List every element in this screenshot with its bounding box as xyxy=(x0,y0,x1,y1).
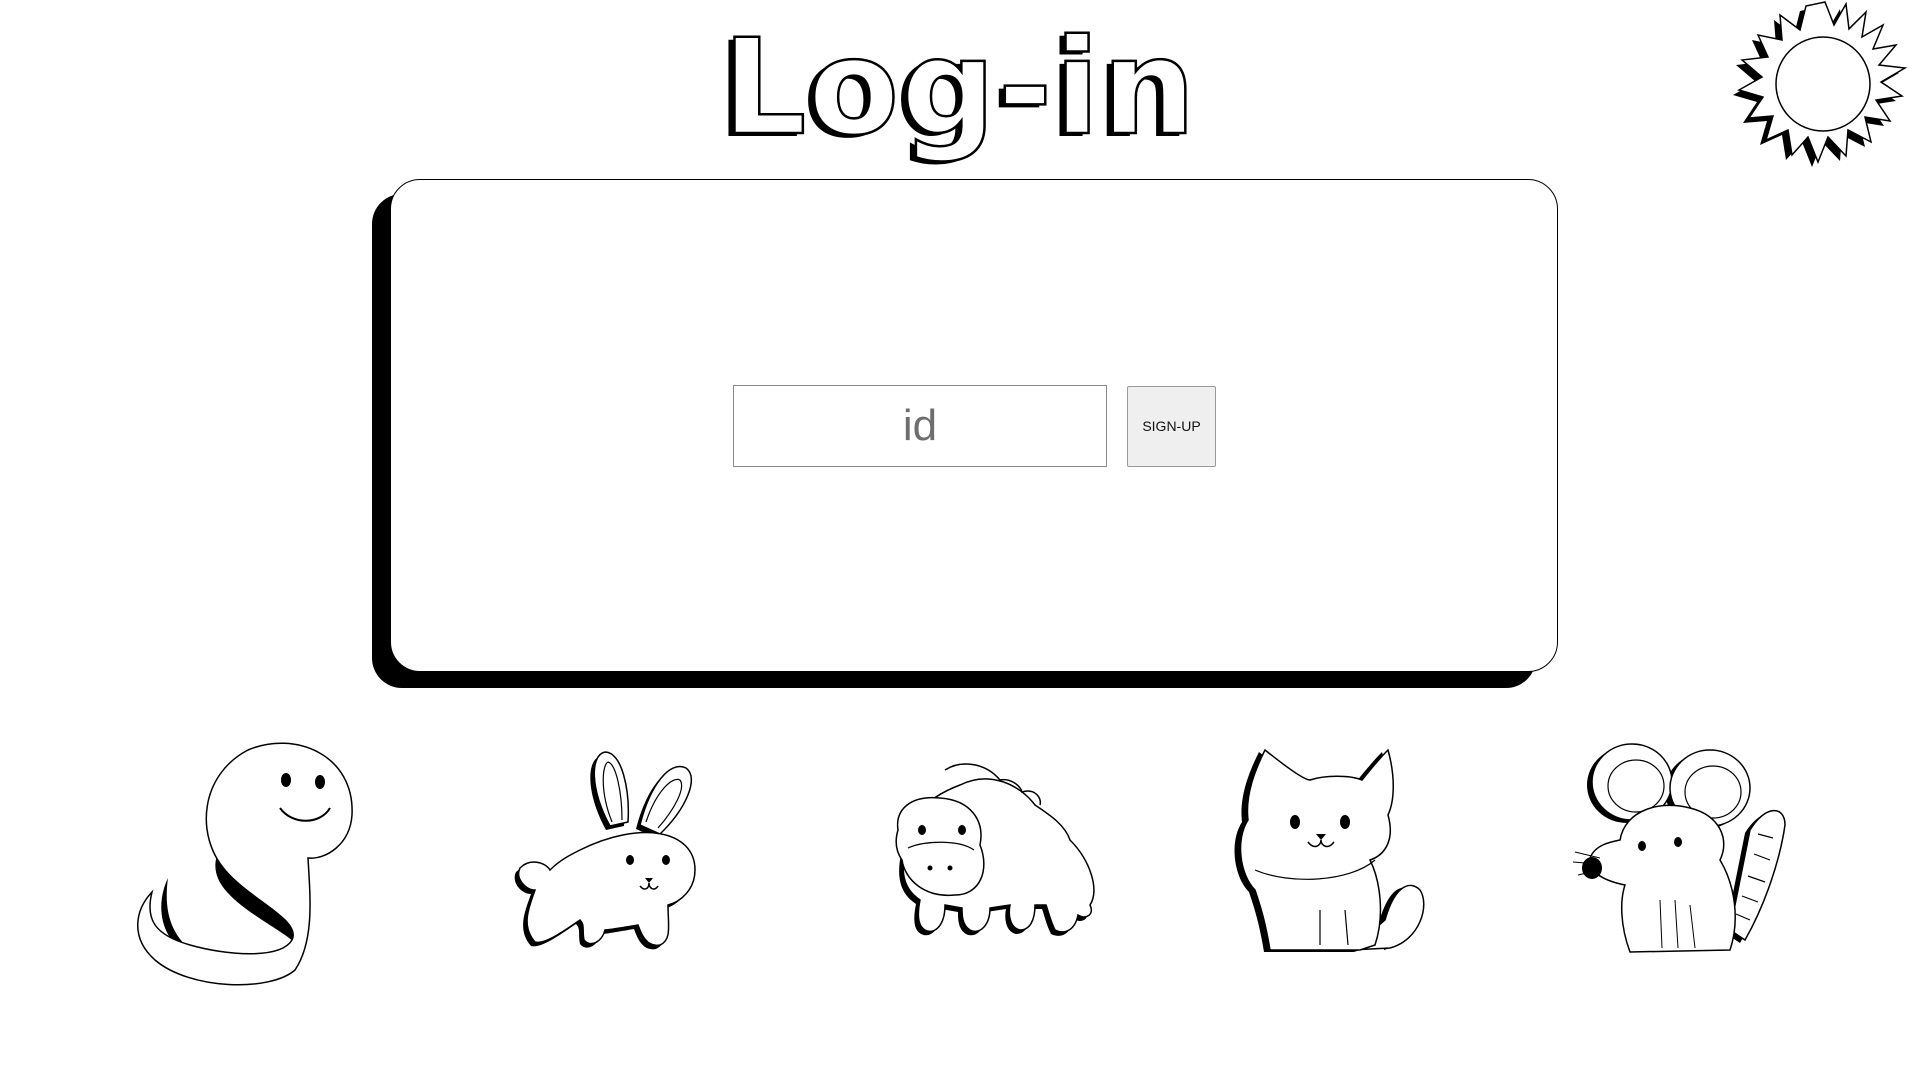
page-title: Log-in xyxy=(721,11,1198,165)
mouse-icon xyxy=(1570,730,1830,1000)
animal-row xyxy=(0,730,1920,1000)
title-container: Log-in xyxy=(0,11,1920,165)
signup-button[interactable]: SIGN-UP xyxy=(1127,385,1216,467)
cat-icon xyxy=(1210,730,1470,1000)
id-input[interactable] xyxy=(733,385,1107,467)
login-page: Log-in SIGN-UP xyxy=(0,0,1920,1080)
login-card: SIGN-UP xyxy=(390,179,1558,672)
sun-icon xyxy=(1730,0,1920,175)
login-form: SIGN-UP xyxy=(733,385,1216,467)
snake-icon xyxy=(130,730,390,1000)
horse-icon xyxy=(850,730,1110,1000)
rabbit-icon xyxy=(490,730,750,1000)
